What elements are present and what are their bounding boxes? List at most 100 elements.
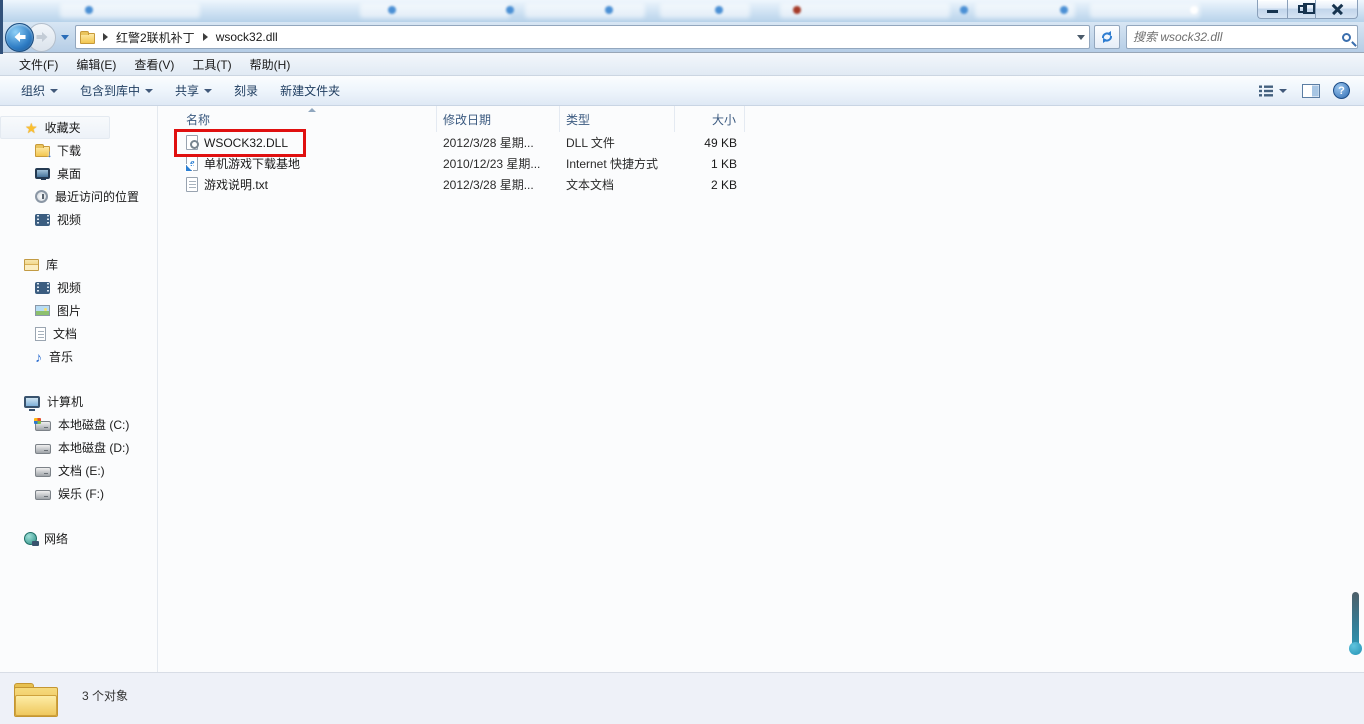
sidebar-label: 视频 — [57, 279, 81, 296]
refresh-button[interactable] — [1094, 25, 1120, 49]
sidebar-item-computer[interactable]: 计算机 — [0, 390, 157, 413]
menu-tools[interactable]: 工具(T) — [183, 56, 240, 73]
column-headers: 名称 修改日期 类型 大小 — [180, 106, 1364, 132]
sidebar-item-pictures[interactable]: 图片 — [0, 299, 157, 322]
command-toolbar: 组织 包含到库中 共享 刻录 新建文件夹 — [0, 76, 1364, 106]
sidebar-item-downloads[interactable]: 下载 — [0, 139, 157, 162]
file-row-shortcut[interactable]: 单机游戏下载基地 2010/12/23 星期... Internet 快捷方式 … — [180, 153, 1364, 174]
share-button[interactable]: 共享 — [164, 78, 223, 103]
blurred-tab — [525, 3, 645, 18]
tab-favicon — [1190, 6, 1198, 14]
sidebar-item-drive-c[interactable]: 本地磁盘 (C:) — [0, 413, 157, 436]
window-controls — [1257, 0, 1358, 19]
titlebar[interactable] — [0, 0, 1364, 22]
include-in-library-button[interactable]: 包含到库中 — [69, 78, 164, 103]
favorites-group: ★ 收藏夹 下载 桌面 最近访问的位置 视频 — [0, 116, 157, 231]
tab-favicon — [960, 6, 968, 14]
breadcrumb-item-current[interactable]: wsock32.dll — [216, 30, 278, 44]
computer-icon — [24, 396, 40, 408]
menu-view[interactable]: 查看(V) — [125, 56, 183, 73]
address-dropdown-icon[interactable] — [1077, 35, 1085, 40]
chevron-down-icon — [50, 89, 58, 93]
address-bar[interactable]: 红警2联机补丁 wsock32.dll — [75, 25, 1090, 49]
tab-favicon — [1060, 6, 1068, 14]
search-box — [1126, 25, 1358, 49]
preview-pane-button[interactable] — [1302, 84, 1320, 98]
drive-icon — [35, 444, 51, 454]
column-header-date[interactable]: 修改日期 — [437, 106, 560, 132]
column-label: 修改日期 — [443, 111, 491, 128]
search-input[interactable] — [1133, 30, 1342, 44]
history-dropdown-icon[interactable] — [61, 35, 69, 40]
menu-file[interactable]: 文件(F) — [10, 56, 67, 73]
change-view-button[interactable] — [1256, 81, 1289, 101]
menu-help[interactable]: 帮助(H) — [241, 56, 300, 73]
include-label: 包含到库中 — [80, 82, 140, 99]
sidebar-label: 娱乐 (F:) — [58, 485, 104, 502]
sidebar-item-videos-fav[interactable]: 视频 — [0, 208, 157, 231]
minimize-icon — [1267, 10, 1278, 13]
sidebar-label: 文档 (E:) — [58, 462, 105, 479]
address-folder-icon — [80, 33, 95, 44]
window-border-left — [0, 0, 3, 54]
sidebar-item-drive-f[interactable]: 娱乐 (F:) — [0, 482, 157, 505]
breadcrumb-item-folder[interactable]: 红警2联机补丁 — [116, 29, 195, 46]
blurred-tab — [660, 3, 750, 18]
burn-button[interactable]: 刻录 — [223, 78, 269, 103]
sidebar-item-libraries[interactable]: 库 — [0, 253, 157, 276]
network-group: 网络 — [0, 527, 157, 550]
sort-ascending-icon — [308, 108, 316, 112]
internet-shortcut-icon — [186, 156, 198, 171]
column-label: 名称 — [186, 111, 210, 128]
file-row-readme[interactable]: 游戏说明.txt 2012/3/28 星期... 文本文档 2 KB — [180, 174, 1364, 195]
recent-places-icon — [35, 190, 48, 203]
new-folder-button[interactable]: 新建文件夹 — [269, 78, 351, 103]
sidebar-item-recent-places[interactable]: 最近访问的位置 — [0, 185, 157, 208]
share-label: 共享 — [175, 82, 199, 99]
sidebar-item-desktop[interactable]: 桌面 — [0, 162, 157, 185]
close-button[interactable] — [1316, 0, 1358, 19]
breadcrumb-separator-icon[interactable] — [203, 33, 208, 41]
menu-edit[interactable]: 编辑(E) — [67, 56, 125, 73]
file-type: 文本文档 — [566, 176, 614, 193]
back-button[interactable] — [5, 23, 34, 52]
sidebar-label: 本地磁盘 (D:) — [58, 439, 129, 456]
sidebar-item-favorites[interactable]: ★ 收藏夹 — [0, 116, 110, 139]
blurred-tab — [780, 3, 950, 18]
sidebar-label: 图片 — [57, 302, 81, 319]
help-button[interactable]: ? — [1333, 82, 1350, 99]
column-header-type[interactable]: 类型 — [560, 106, 675, 132]
preview-pane-icon — [1302, 84, 1320, 98]
restore-button[interactable] — [1287, 0, 1316, 19]
sidebar-label: 计算机 — [47, 393, 83, 410]
sidebar-item-drive-d[interactable]: 本地磁盘 (D:) — [0, 436, 157, 459]
organize-label: 组织 — [21, 82, 45, 99]
tab-favicon — [715, 6, 723, 14]
column-header-size[interactable]: 大小 — [675, 106, 745, 132]
file-name: 游戏说明.txt — [204, 176, 268, 193]
sidebar-label: 本地磁盘 (C:) — [58, 416, 129, 433]
sidebar-item-music[interactable]: ♪ 音乐 — [0, 345, 157, 368]
navigation-pane: ★ 收藏夹 下载 桌面 最近访问的位置 视频 — [0, 106, 158, 672]
file-row-wsock32[interactable]: WSOCK32.DLL 2012/3/28 星期... DLL 文件 49 KB — [180, 132, 1364, 153]
help-icon: ? — [1338, 85, 1345, 97]
breadcrumb-separator-icon[interactable] — [103, 33, 108, 41]
sidebar-item-videos[interactable]: 视频 — [0, 276, 157, 299]
explorer-window: 红警2联机补丁 wsock32.dll 文件(F) 编辑(E) 查看(V) 工具… — [0, 0, 1364, 724]
computer-group: 计算机 本地磁盘 (C:) 本地磁盘 (D:) 文档 (E:) 娱乐 (F:) — [0, 390, 157, 505]
new-folder-label: 新建文件夹 — [280, 82, 340, 99]
annotation-pin-icon — [1352, 592, 1359, 647]
sidebar-item-drive-e[interactable]: 文档 (E:) — [0, 459, 157, 482]
menu-bar: 文件(F) 编辑(E) 查看(V) 工具(T) 帮助(H) — [0, 52, 1364, 76]
search-icon[interactable] — [1342, 33, 1351, 42]
minimize-button[interactable] — [1257, 0, 1287, 19]
sidebar-item-documents[interactable]: 文档 — [0, 322, 157, 345]
tab-favicon — [85, 6, 93, 14]
chevron-down-icon — [204, 89, 212, 93]
column-label: 类型 — [566, 111, 590, 128]
organize-button[interactable]: 组织 — [10, 78, 69, 103]
file-type: Internet 快捷方式 — [566, 155, 658, 172]
file-size: 2 KB — [711, 178, 737, 192]
sidebar-item-network[interactable]: 网络 — [0, 527, 157, 550]
libraries-group: 库 视频 图片 文档 ♪ 音乐 — [0, 253, 157, 368]
